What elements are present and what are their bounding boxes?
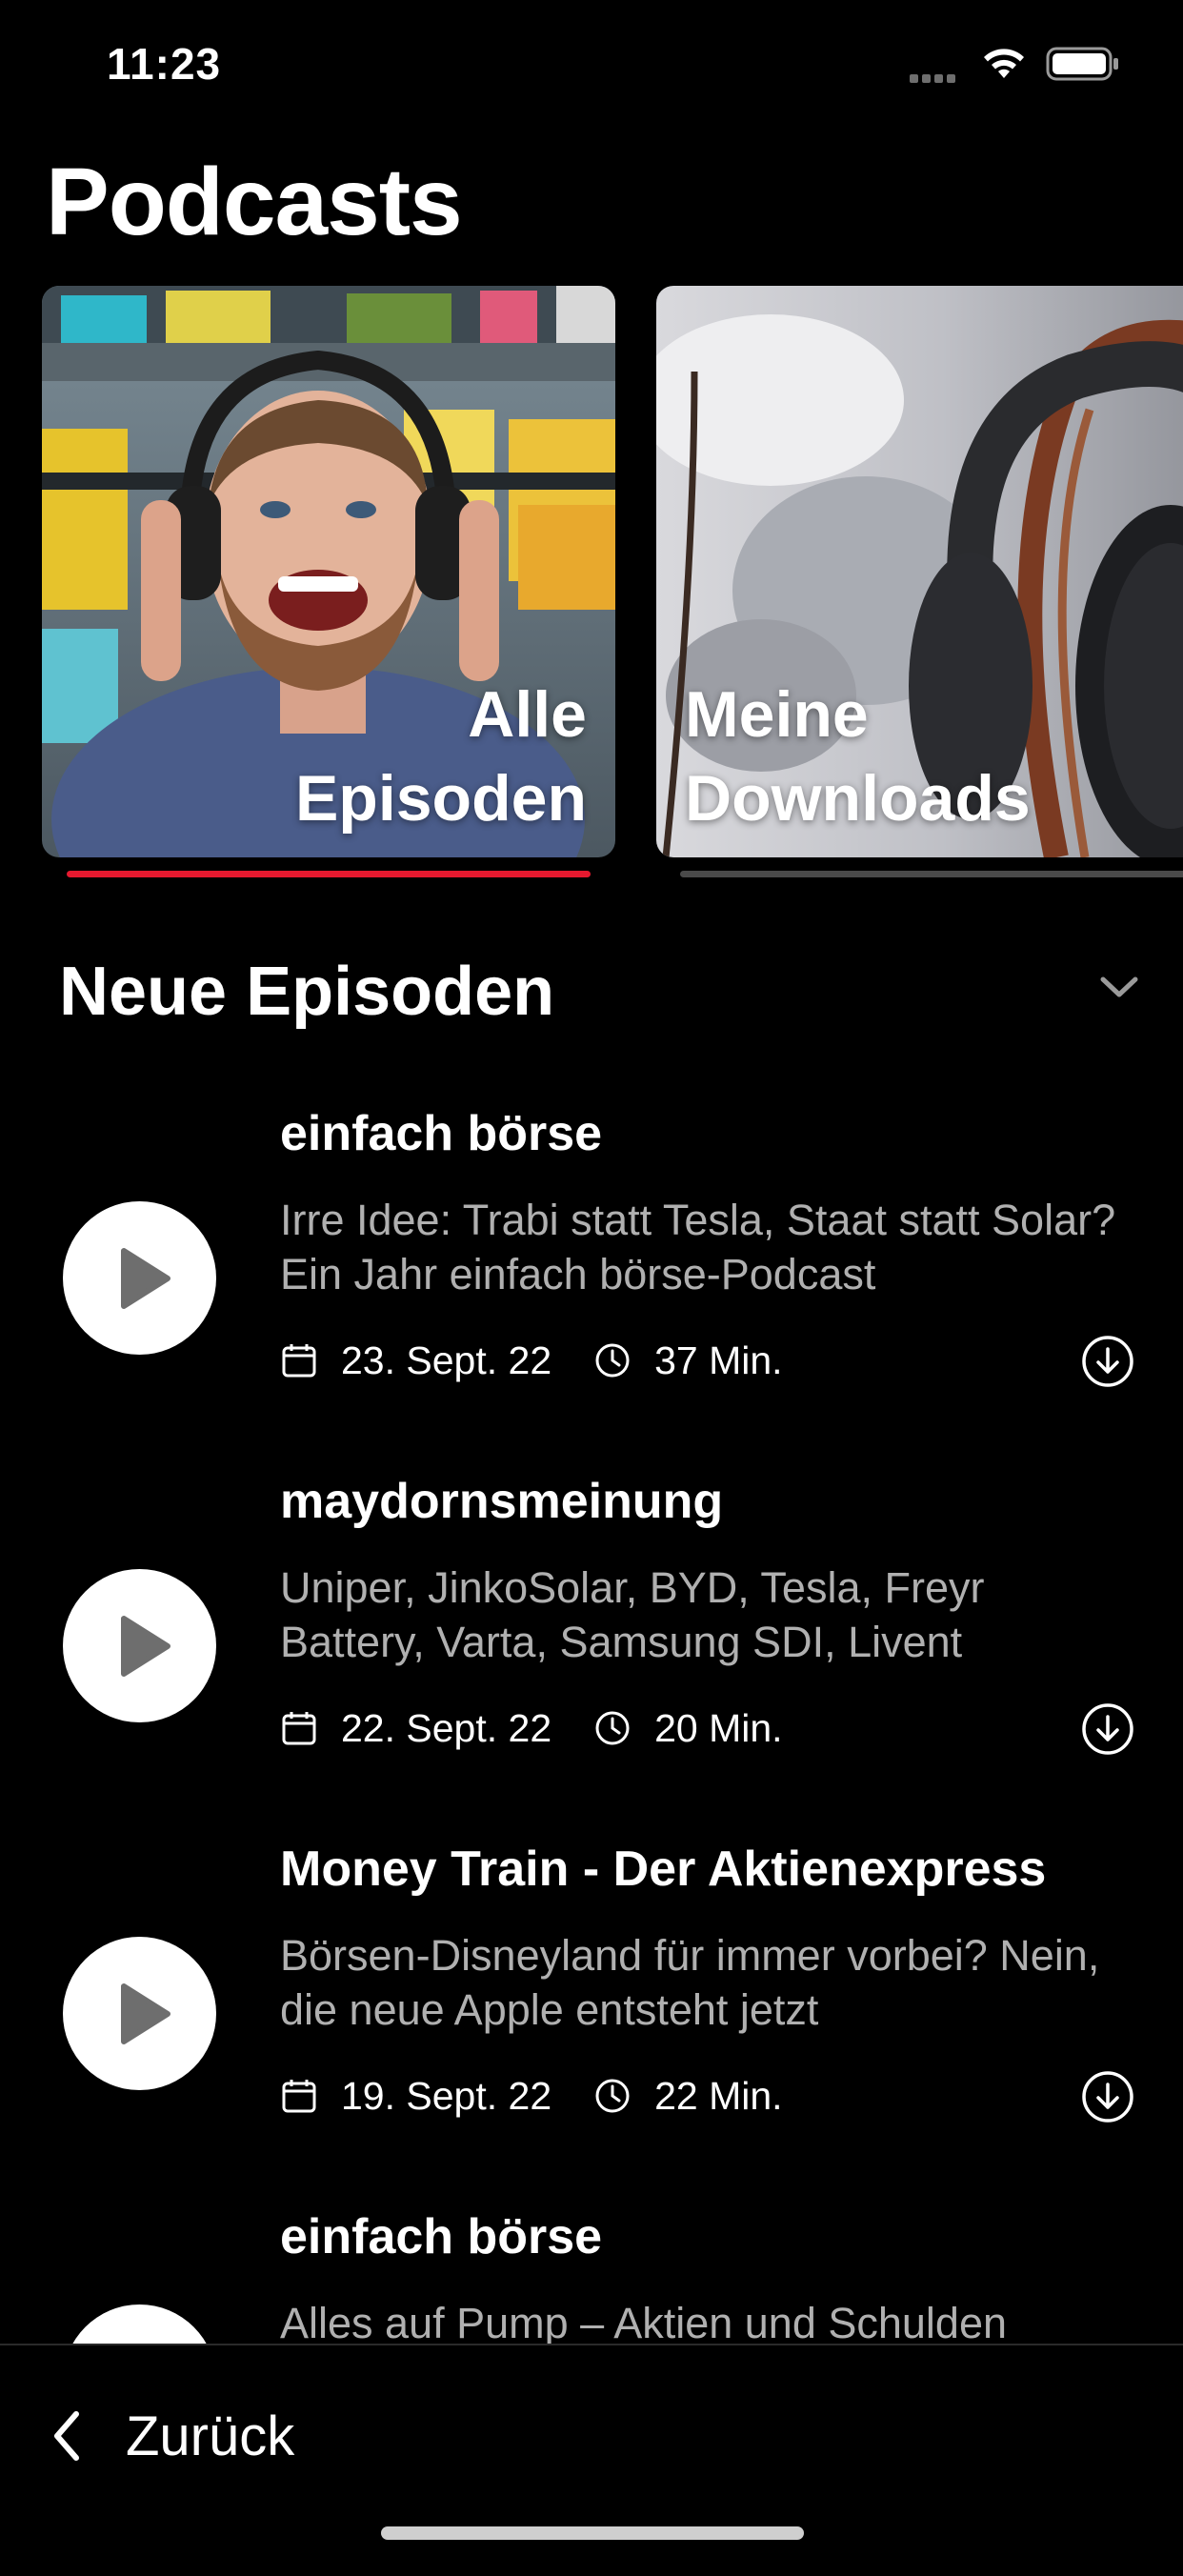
list-item[interactable]: maydornsmeinung Uniper, JinkoSolar, BYD,… [0,1473,1183,1841]
play-icon [121,1616,170,1677]
status-bar: 11:23 [0,0,1183,124]
calendar-icon [282,2080,316,2113]
episode-date: 19. Sept. 22 [341,2073,552,2118]
battery-icon [1046,46,1122,87]
card-all-episodes[interactable]: Alle Episoden [42,286,615,857]
card-my-downloads-label-line1: Meine [685,678,869,751]
back-button[interactable]: Zurück [50,2393,294,2479]
episode-duration: 20 Min. [654,1705,783,1750]
calendar-icon [282,1712,316,1745]
card-all-episodes-label-line1: Alle [468,678,587,751]
episode-meta: 23. Sept. 22 37 Min. [280,1332,783,1389]
card-all-episodes-label-line2: Episoden [294,762,587,835]
download-icon[interactable] [1081,2070,1134,2123]
episode-show-name: einfach börse [280,2209,603,2264]
episode-title: Alles auf Pump – Aktien und Schulden [280,2299,1008,2347]
home-indicator[interactable] [381,2526,804,2540]
cellular-signal-icon [910,70,959,88]
list-item[interactable]: Money Train - Der Aktienexpress Börsen-D… [0,1841,1183,2208]
card-my-downloads-label-line2: Downloads [685,762,1031,835]
episode-duration: 37 Min. [654,1338,783,1382]
play-icon [121,1248,170,1309]
card-my-downloads-label: Meine Downloads [685,673,1031,840]
list-item[interactable]: einfach börse Irre Idee: Trabi statt Tes… [0,1105,1183,1473]
clock-icon [595,1711,630,1745]
episode-meta: 19. Sept. 22 22 Min. [280,2067,783,2124]
episode-title: Irre Idee: Trabi statt Tesla, Staat stat… [280,1196,1116,1298]
bottom-bar: Zurück [0,2344,1183,2563]
episode-duration: 22 Min. [654,2073,783,2118]
card-all-episodes-label: Alle Episoden [295,673,587,840]
episode-show-name: maydornsmeinung [280,1474,724,1529]
episode-date: 23. Sept. 22 [341,1338,552,1382]
play-button[interactable] [63,1937,216,2090]
calendar-icon [282,1344,316,1378]
clock-icon [595,2079,630,2113]
download-icon[interactable] [1081,1335,1134,1388]
chevron-down-icon[interactable] [1099,974,1139,1005]
back-chevron-icon [54,2411,79,2461]
card-my-downloads[interactable]: Meine Downloads [656,286,1183,857]
status-time: 11:23 [107,39,222,89]
play-button[interactable] [63,1201,216,1355]
episode-show-name: einfach börse [280,1106,603,1161]
episode-date: 22. Sept. 22 [341,1705,552,1750]
card-my-downloads-indicator [680,871,1183,877]
clock-icon [595,1343,630,1378]
episode-show-name: Money Train - Der Aktienexpress [280,1841,1047,1897]
play-button[interactable] [63,1569,216,1722]
play-icon [121,1983,170,2044]
wifi-icon [981,46,1027,85]
episode-title: Börsen-Disneyland für immer vorbei? Nein… [280,1931,1100,2034]
card-all-episodes-selected-indicator [67,871,591,877]
episode-title: Uniper, JinkoSolar, BYD, Tesla, Freyr Ba… [280,1563,985,1666]
back-button-label: Zurück [126,2405,295,2467]
episode-meta: 22. Sept. 22 20 Min. [280,1700,783,1757]
page-title: Podcasts [46,149,463,255]
section-title: Neue Episoden [59,954,555,1030]
download-icon[interactable] [1081,1702,1134,1756]
